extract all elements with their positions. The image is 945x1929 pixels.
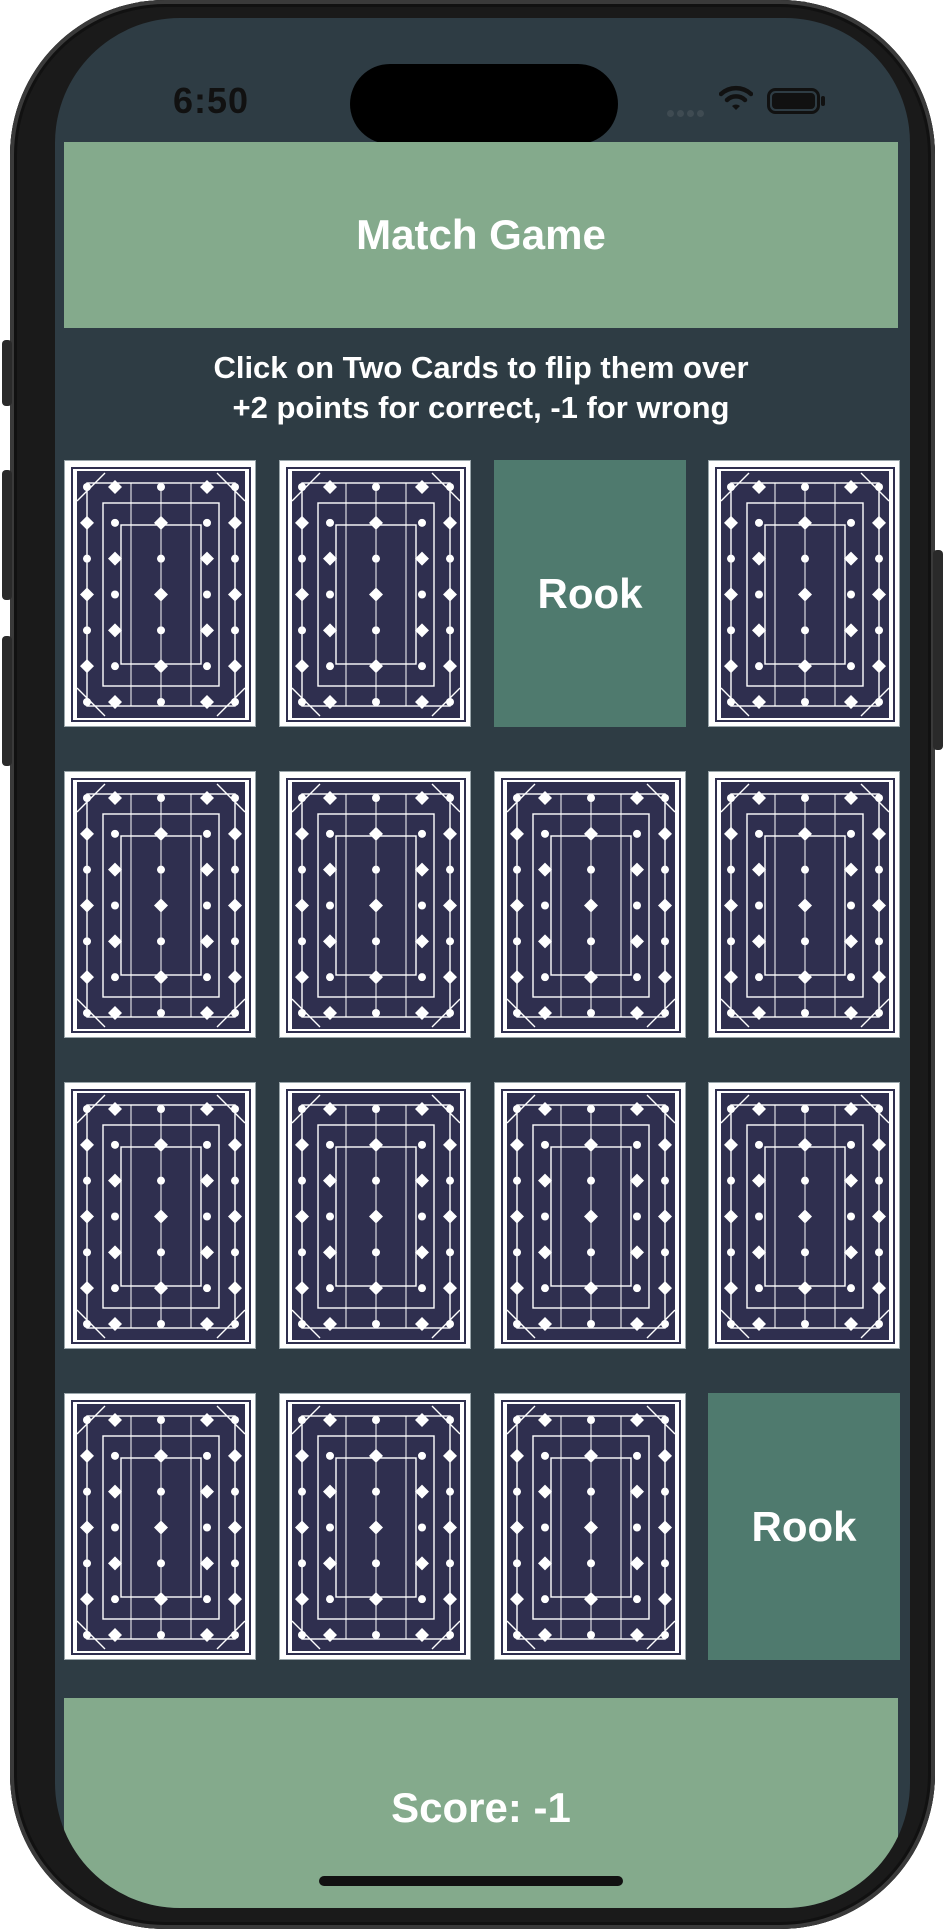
cellular-signal-icon — [667, 104, 707, 122]
card-back-pattern — [68, 1086, 254, 1347]
card-face-down[interactable] — [494, 771, 686, 1038]
status-time: 6:50 — [173, 80, 250, 121]
phone-frame: 6:50 Match Game Click on Two Cards to fl… — [2, 0, 943, 1929]
card-back-pattern — [283, 1086, 469, 1347]
instructions-line-1: Click on Two Cards to flip them over — [213, 350, 749, 385]
dynamic-island — [350, 64, 618, 144]
status-bar: 6:50 — [55, 18, 910, 144]
card-back-pattern — [283, 775, 469, 1036]
card-back-pattern — [712, 775, 898, 1036]
instructions-line-2: +2 points for correct, -1 for wrong — [232, 390, 730, 425]
card-face-down[interactable] — [279, 1082, 471, 1349]
card-label: Rook — [751, 1502, 857, 1550]
card-back-pattern — [712, 464, 898, 725]
card-back-pattern — [712, 1086, 898, 1347]
card-face-down[interactable] — [494, 1082, 686, 1349]
wifi-icon — [718, 84, 754, 117]
header-bar: Match Game — [64, 142, 898, 328]
card-face-down[interactable] — [708, 460, 900, 727]
card-face-down[interactable] — [494, 1393, 686, 1660]
card-back-pattern — [68, 1397, 254, 1658]
card-face-down[interactable] — [279, 771, 471, 1038]
card-face-down[interactable] — [708, 771, 900, 1038]
card-face-up[interactable]: Rook — [708, 1393, 900, 1660]
card-face-up[interactable]: Rook — [494, 460, 686, 727]
card-face-down[interactable] — [279, 460, 471, 727]
card-back-pattern — [68, 464, 254, 725]
action-button — [2, 340, 12, 406]
card-back-pattern — [498, 775, 684, 1036]
volume-down-button — [2, 636, 12, 766]
card-back-pattern — [283, 1397, 469, 1658]
card-face-down[interactable] — [64, 771, 256, 1038]
score-display: Score: -1 — [391, 1784, 571, 1831]
app-screen: 6:50 Match Game Click on Two Cards to fl… — [55, 18, 910, 1908]
card-face-down[interactable] — [708, 1082, 900, 1349]
card-back-pattern — [68, 775, 254, 1036]
card-face-down[interactable] — [64, 1393, 256, 1660]
card-back-pattern — [283, 464, 469, 725]
card-back-pattern — [498, 1397, 684, 1658]
power-button — [933, 550, 943, 750]
volume-up-button — [2, 470, 12, 600]
card-face-down[interactable] — [64, 460, 256, 727]
battery-icon — [767, 88, 827, 119]
card-face-down[interactable] — [64, 1082, 256, 1349]
app-title: Match Game — [356, 211, 606, 258]
instructions: Click on Two Cards to flip them over +2 … — [64, 348, 898, 428]
home-indicator[interactable] — [319, 1876, 623, 1886]
card-back-pattern — [498, 1086, 684, 1347]
card-label: Rook — [537, 569, 643, 617]
card-face-down[interactable] — [279, 1393, 471, 1660]
